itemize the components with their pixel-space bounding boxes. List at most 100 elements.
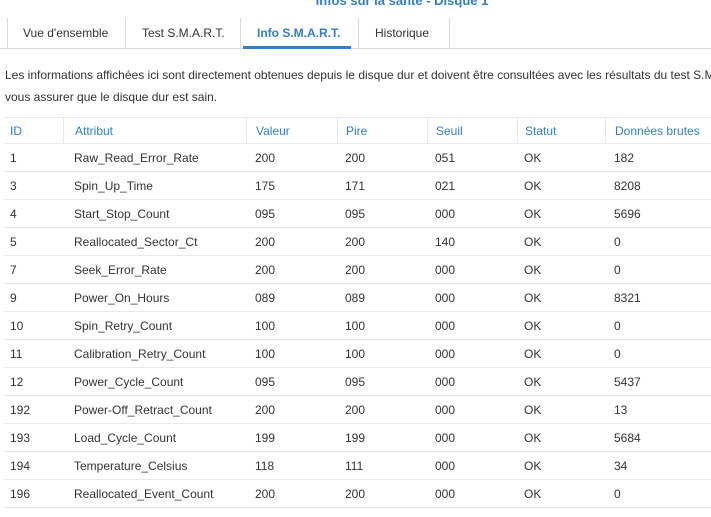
cell-attribute: Power-Off_Retract_Count (74, 402, 212, 417)
table-row[interactable]: 196 Reallocated_Event_Count 200 200 000 OK 0 (5, 480, 711, 508)
table-row[interactable]: 192 Power-Off_Retract_Count 200 200 000 OK 13 (5, 396, 711, 424)
tab-history[interactable]: Historique (358, 18, 450, 48)
cell-id: 7 (10, 262, 17, 277)
active-tab-indicator (243, 46, 351, 49)
cell-attribute: Power_On_Hours (74, 290, 170, 305)
cell-attribute: Temperature_Celsius (74, 458, 188, 473)
cell-id: 193 (10, 430, 31, 445)
cell-value: 095 (255, 374, 276, 389)
cell-attribute: Seek_Error_Rate (74, 262, 167, 277)
column-header-worst[interactable]: Pire (337, 118, 427, 143)
cell-worst: 095 (345, 206, 366, 221)
table-row[interactable]: 193 Load_Cycle_Count 199 199 000 OK 5684 (5, 424, 711, 452)
intro-line-2: vous assurer que le disque dur est sain. (5, 90, 218, 104)
cell-raw-data: 0 (614, 262, 621, 277)
cell-id: 194 (10, 458, 31, 473)
cell-attribute: Start_Stop_Count (74, 206, 170, 221)
table-row[interactable]: 3 Spin_Up_Time 175 171 021 OK 8208 (5, 172, 711, 200)
table-row[interactable]: 9 Power_On_Hours 089 089 000 OK 8321 (5, 284, 711, 312)
cell-worst: 200 (345, 150, 366, 165)
cell-value: 118 (255, 458, 275, 473)
table-row[interactable]: 1 Raw_Read_Error_Rate 200 200 051 OK 182 (5, 144, 711, 172)
cell-status: OK (524, 486, 542, 501)
cell-raw-data: 5437 (614, 374, 641, 389)
table-row[interactable]: 7 Seek_Error_Rate 200 200 000 OK 0 (5, 256, 711, 284)
cell-id: 11 (10, 346, 23, 361)
cell-status: OK (524, 346, 542, 361)
cell-worst: 200 (345, 234, 366, 249)
cell-threshold: 140 (435, 234, 456, 249)
cell-status: OK (524, 374, 542, 389)
cell-worst: 199 (345, 430, 366, 445)
table-row[interactable]: 4 Start_Stop_Count 095 095 000 OK 5696 (5, 200, 711, 228)
cell-attribute: Reallocated_Sector_Ct (74, 234, 198, 249)
tab-overview[interactable]: Vue d'ensemble (7, 18, 125, 48)
cell-threshold: 021 (435, 178, 456, 193)
cell-status: OK (524, 262, 542, 277)
cell-worst: 095 (345, 374, 366, 389)
cell-value: 200 (255, 150, 276, 165)
table-row[interactable]: 10 Spin_Retry_Count 100 100 000 OK 0 (5, 312, 711, 340)
cell-status: OK (524, 458, 542, 473)
table-row[interactable]: 194 Temperature_Celsius 118 111 000 OK 34 (5, 452, 711, 480)
cell-threshold: 000 (435, 486, 456, 501)
column-header-value[interactable]: Valeur (246, 118, 337, 143)
cell-threshold: 000 (435, 290, 456, 305)
cell-id: 3 (10, 178, 17, 193)
cell-id: 12 (10, 374, 24, 389)
cell-status: OK (524, 290, 542, 305)
cell-status: OK (524, 150, 542, 165)
health-info-window: Infos sur la santé - Disque 1 Vue d'ense… (0, 0, 711, 517)
cell-attribute: Raw_Read_Error_Rate (74, 150, 199, 165)
cell-raw-data: 5696 (614, 206, 641, 221)
tab-smart-info[interactable]: Info S.M.A.R.T. (240, 18, 358, 48)
cell-id: 1 (10, 150, 17, 165)
cell-value: 200 (255, 262, 276, 277)
cell-raw-data: 8321 (614, 290, 641, 305)
cell-attribute: Calibration_Retry_Count (74, 346, 206, 361)
cell-attribute: Spin_Retry_Count (74, 318, 173, 333)
cell-id: 9 (10, 290, 17, 305)
tab-divider (0, 48, 711, 49)
cell-attribute: Spin_Up_Time (74, 178, 153, 193)
smart-attributes-table: ID Attribut Valeur Pire Seuil Statut Don… (5, 117, 711, 508)
cell-raw-data: 0 (614, 318, 621, 333)
table-row[interactable]: 11 Calibration_Retry_Count 100 100 000 OK 0 (5, 340, 711, 368)
cell-value: 100 (255, 318, 276, 333)
column-header-status[interactable]: Statut (517, 118, 605, 143)
table-row[interactable]: 12 Power_Cycle_Count 095 095 000 OK 5437 (5, 368, 711, 396)
cell-worst: 089 (345, 290, 366, 305)
cell-attribute: Power_Cycle_Count (74, 374, 184, 389)
cell-value: 095 (255, 206, 276, 221)
cell-value: 089 (255, 290, 276, 305)
intro-text: Les informations affichées ici sont dire… (5, 64, 711, 108)
column-header-id[interactable]: ID (5, 118, 63, 143)
cell-raw-data: 5684 (614, 430, 641, 445)
cell-id: 196 (10, 486, 31, 501)
cell-raw-data: 0 (614, 346, 621, 361)
cell-status: OK (524, 178, 542, 193)
cell-threshold: 000 (435, 262, 456, 277)
tab-smart-test[interactable]: Test S.M.A.R.T. (125, 18, 240, 48)
cell-status: OK (524, 234, 542, 249)
cell-worst: 200 (345, 402, 366, 417)
table-header: ID Attribut Valeur Pire Seuil Statut Don… (5, 117, 711, 144)
cell-attribute: Reallocated_Event_Count (74, 486, 214, 501)
cell-status: OK (524, 318, 542, 333)
cell-threshold: 000 (435, 206, 456, 221)
column-header-attribute[interactable]: Attribut (63, 118, 246, 143)
cell-status: OK (524, 206, 542, 221)
cell-threshold: 000 (435, 458, 456, 473)
cell-worst: 111 (345, 458, 364, 473)
column-header-threshold[interactable]: Seuil (427, 118, 517, 143)
cell-worst: 200 (345, 262, 366, 277)
cell-value: 200 (255, 234, 276, 249)
cell-raw-data: 8208 (614, 178, 641, 193)
table-row[interactable]: 5 Reallocated_Sector_Ct 200 200 140 OK 0 (5, 228, 711, 256)
column-header-raw-data[interactable]: Données brutes (605, 118, 711, 143)
cell-worst: 100 (345, 346, 366, 361)
cell-id: 192 (10, 402, 31, 417)
cell-value: 199 (255, 430, 276, 445)
cell-value: 175 (255, 178, 276, 193)
cell-attribute: Load_Cycle_Count (74, 430, 177, 445)
